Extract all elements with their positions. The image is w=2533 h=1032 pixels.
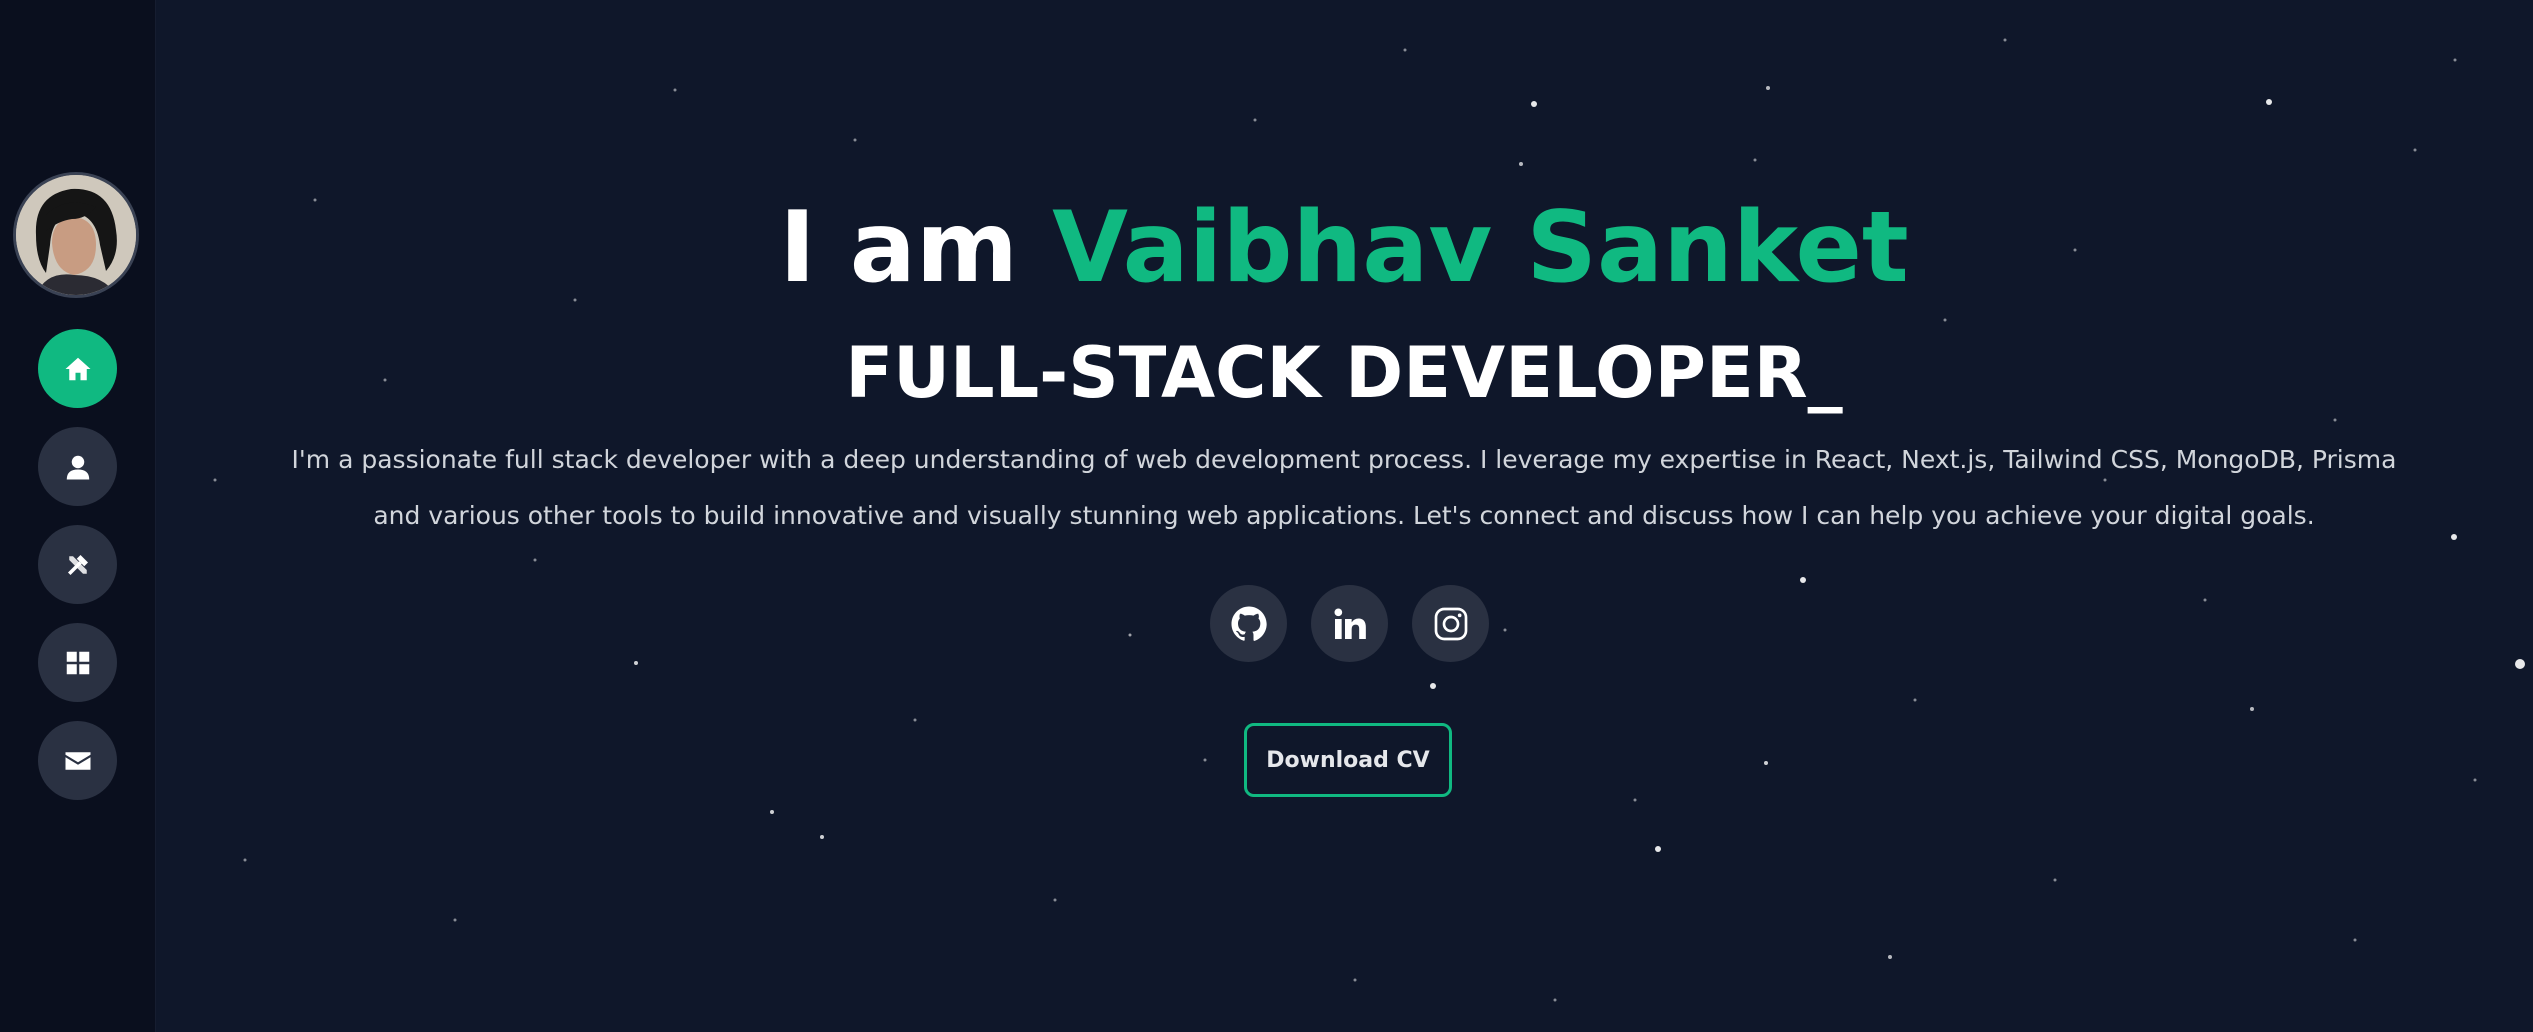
github-link[interactable] <box>1210 585 1287 662</box>
nav-contact-button[interactable] <box>38 721 117 800</box>
greeting-text: I am <box>779 191 1019 305</box>
hero-headline: I am Vaibhav Sanket <box>155 188 2533 308</box>
sidebar <box>0 0 156 1032</box>
linkedin-icon <box>1334 608 1366 639</box>
github-icon <box>1231 606 1267 641</box>
role-title: FULL-STACK DEVELOPER_ <box>845 332 1843 414</box>
grid-icon <box>66 651 89 674</box>
bio-line: I'm a passionate full stack developer wi… <box>291 445 2397 474</box>
avatar[interactable] <box>13 172 139 298</box>
user-icon <box>66 455 89 479</box>
bio-line: and various other tools to build innovat… <box>373 501 2315 530</box>
nav-about-button[interactable] <box>38 427 117 506</box>
nav-skills-button[interactable] <box>38 525 117 604</box>
name-text: Vaibhav Sanket <box>1052 191 1909 305</box>
profile-photo <box>16 175 136 295</box>
instagram-icon <box>1434 607 1467 640</box>
hero-section: I am Vaibhav Sanket FULL-STACK DEVELOPER… <box>155 0 2533 1032</box>
home-icon <box>65 357 90 380</box>
nav-home-button[interactable] <box>38 329 117 408</box>
download-cv-button[interactable]: Download CV <box>1244 723 1452 797</box>
bio-paragraph: I'm a passionate full stack developer wi… <box>285 432 2403 544</box>
nav-projects-button[interactable] <box>38 623 117 702</box>
social-links <box>1210 585 1489 662</box>
linkedin-link[interactable] <box>1311 585 1388 662</box>
instagram-link[interactable] <box>1412 585 1489 662</box>
page: I am Vaibhav Sanket FULL-STACK DEVELOPER… <box>0 0 2533 1032</box>
envelope-icon <box>65 751 90 770</box>
tools-icon <box>67 554 88 575</box>
